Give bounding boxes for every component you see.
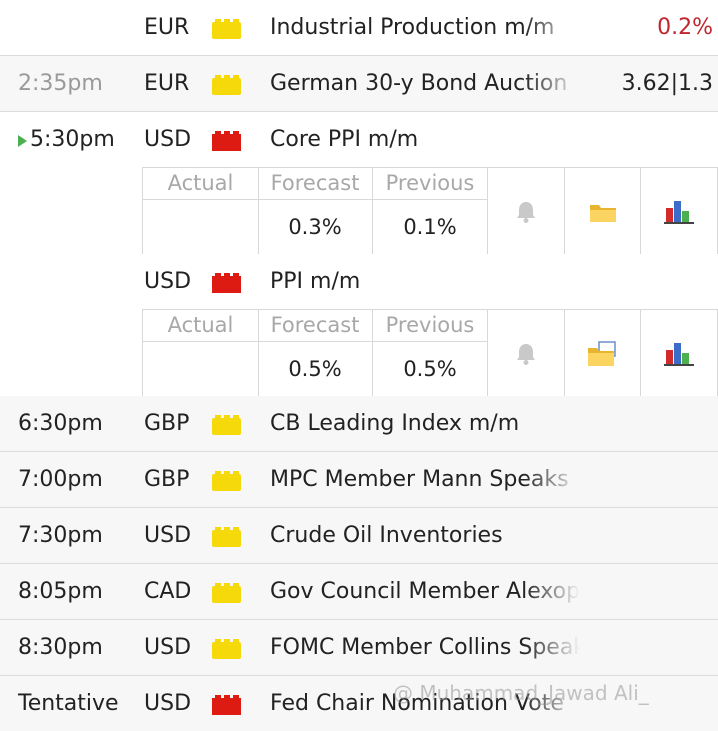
low-impact-icon [212,527,241,547]
low-impact-icon [212,583,241,603]
alert-button[interactable] [488,310,565,397]
event-title[interactable]: FOMC Member Collins Speaks [270,620,580,675]
alert-button[interactable] [488,168,565,255]
event-currency: GBP [144,467,190,492]
previous-value: 0.1% [373,200,488,255]
high-impact-icon [212,695,241,715]
event-time: 7:00pm [18,467,103,492]
event-time [18,0,133,55]
event-row[interactable]: 2:35pm EUR German 30-y Bond Auction 3.62… [0,56,718,112]
event-row[interactable]: 8:05pm CAD Gov Council Member Alexopoulo… [0,564,718,620]
actual-value [142,342,259,397]
event-actual-value: 3.62|1.3 [621,71,713,96]
event-title[interactable]: MPC Member Mann Speaks [270,452,580,507]
forecast-value: 0.3% [258,200,373,255]
actual-label: Actual [142,310,259,342]
low-impact-icon [212,415,241,435]
event-time: 7:30pm [18,523,103,548]
event-row[interactable]: 7:30pm USD Crude Oil Inventories [0,508,718,564]
low-impact-icon [212,75,241,95]
event-detail-panel: Actual Forecast Previous 0.5% 0.5% [142,309,718,397]
actual-label: Actual [142,168,259,200]
event-time: Tentative [18,691,119,716]
forecast-label: Forecast [258,310,373,342]
previous-label: Previous [373,310,488,342]
chart-button[interactable] [641,168,718,255]
event-actual-value: 0.2% [657,15,713,40]
previous-value: 0.5% [373,342,488,397]
watermark: @ Muhammad_Jawad Ali_ [393,681,649,705]
event-time [18,254,133,309]
event-currency: USD [144,691,192,716]
event-currency: USD [144,523,192,548]
event-row[interactable]: USD PPI m/m [0,254,718,309]
event-time: 8:05pm [18,579,103,604]
previous-label: Previous [373,168,488,200]
economic-calendar: EUR Industrial Production m/m 0.2% 2:35p… [0,0,718,731]
event-title[interactable]: Core PPI m/m [270,112,580,167]
event-currency: USD [144,269,192,294]
event-currency: USD [144,635,192,660]
event-row[interactable]: EUR Industrial Production m/m 0.2% [0,0,718,56]
event-currency: CAD [144,579,192,604]
event-currency: EUR [144,15,190,40]
event-row[interactable]: 7:00pm GBP MPC Member Mann Speaks [0,452,718,508]
low-impact-icon [212,19,241,39]
folder-document-icon [587,340,616,366]
event-time: 2:35pm [18,71,103,96]
bell-icon [517,343,535,365]
event-row[interactable]: 5:30pm USD Core PPI m/m [0,112,718,167]
history-button[interactable] [565,168,641,255]
actual-value [142,200,259,255]
event-currency: EUR [144,71,190,96]
event-time: 6:30pm [18,411,103,436]
event-title[interactable]: German 30-y Bond Auction [270,56,580,111]
high-impact-icon [212,131,241,151]
bar-chart-icon [664,342,694,366]
live-play-icon [18,135,27,147]
forecast-value: 0.5% [258,342,373,397]
folder-icon [589,204,616,222]
bar-chart-icon [664,200,694,224]
low-impact-icon [212,471,241,491]
event-time: 8:30pm [18,635,103,660]
event-detail-expanded: USD PPI m/m Actual Forecast Previous 0.5… [0,254,718,398]
low-impact-icon [212,639,241,659]
event-title[interactable]: Crude Oil Inventories [270,508,580,563]
history-button[interactable] [565,310,641,397]
event-title[interactable]: Industrial Production m/m [270,0,580,55]
event-title[interactable]: CB Leading Index m/m [270,396,580,451]
event-currency: GBP [144,411,190,436]
event-time: 5:30pm [18,112,133,167]
bell-icon [517,201,535,223]
event-title[interactable]: Gov Council Member Alexopoulos Speaks [270,564,580,619]
event-row[interactable]: 6:30pm GBP CB Leading Index m/m [0,396,718,452]
high-impact-icon [212,273,241,293]
chart-button[interactable] [641,310,718,397]
event-detail-expanded: 5:30pm USD Core PPI m/m Actual Forecast … [0,112,718,256]
event-currency: USD [144,127,192,152]
event-row[interactable]: 8:30pm USD FOMC Member Collins Speaks [0,620,718,676]
forecast-label: Forecast [258,168,373,200]
event-title[interactable]: PPI m/m [270,254,580,309]
event-detail-panel: Actual Forecast Previous 0.3% 0.1% [142,167,718,255]
